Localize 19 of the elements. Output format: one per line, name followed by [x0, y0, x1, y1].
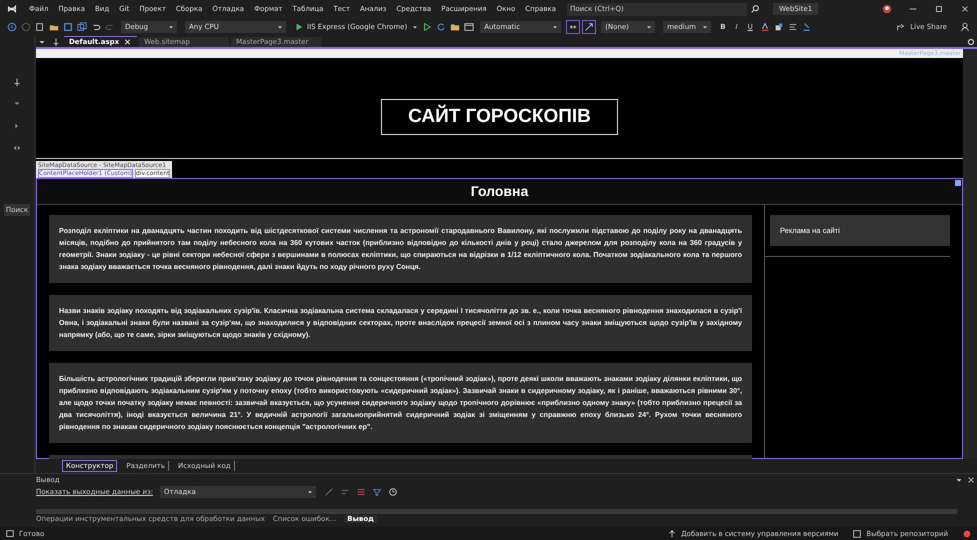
- search-icon: [749, 3, 762, 15]
- site-title: САЙТ ГОРОСКОПІВ: [381, 99, 618, 135]
- close-icon[interactable]: [123, 38, 132, 46]
- profile-icon[interactable]: [881, 3, 893, 15]
- resize-handle[interactable]: [955, 180, 961, 186]
- refresh-icon[interactable]: [435, 21, 448, 33]
- clock-icon[interactable]: [387, 486, 400, 498]
- new-item-icon[interactable]: [34, 21, 46, 33]
- browser-icon[interactable]: [463, 21, 476, 33]
- page-heading: Головна: [37, 179, 962, 205]
- align-icon[interactable]: [786, 21, 799, 33]
- scroll-bar[interactable]: [963, 49, 977, 459]
- notification-icon[interactable]: [961, 528, 973, 540]
- start-without-debug-icon[interactable]: [421, 21, 434, 33]
- back-icon[interactable]: [6, 21, 18, 33]
- position-icon[interactable]: [582, 20, 596, 34]
- restore-icon[interactable]: [933, 3, 945, 15]
- font-color-icon[interactable]: [758, 21, 771, 33]
- scroll-bar[interactable]: [36, 509, 957, 514]
